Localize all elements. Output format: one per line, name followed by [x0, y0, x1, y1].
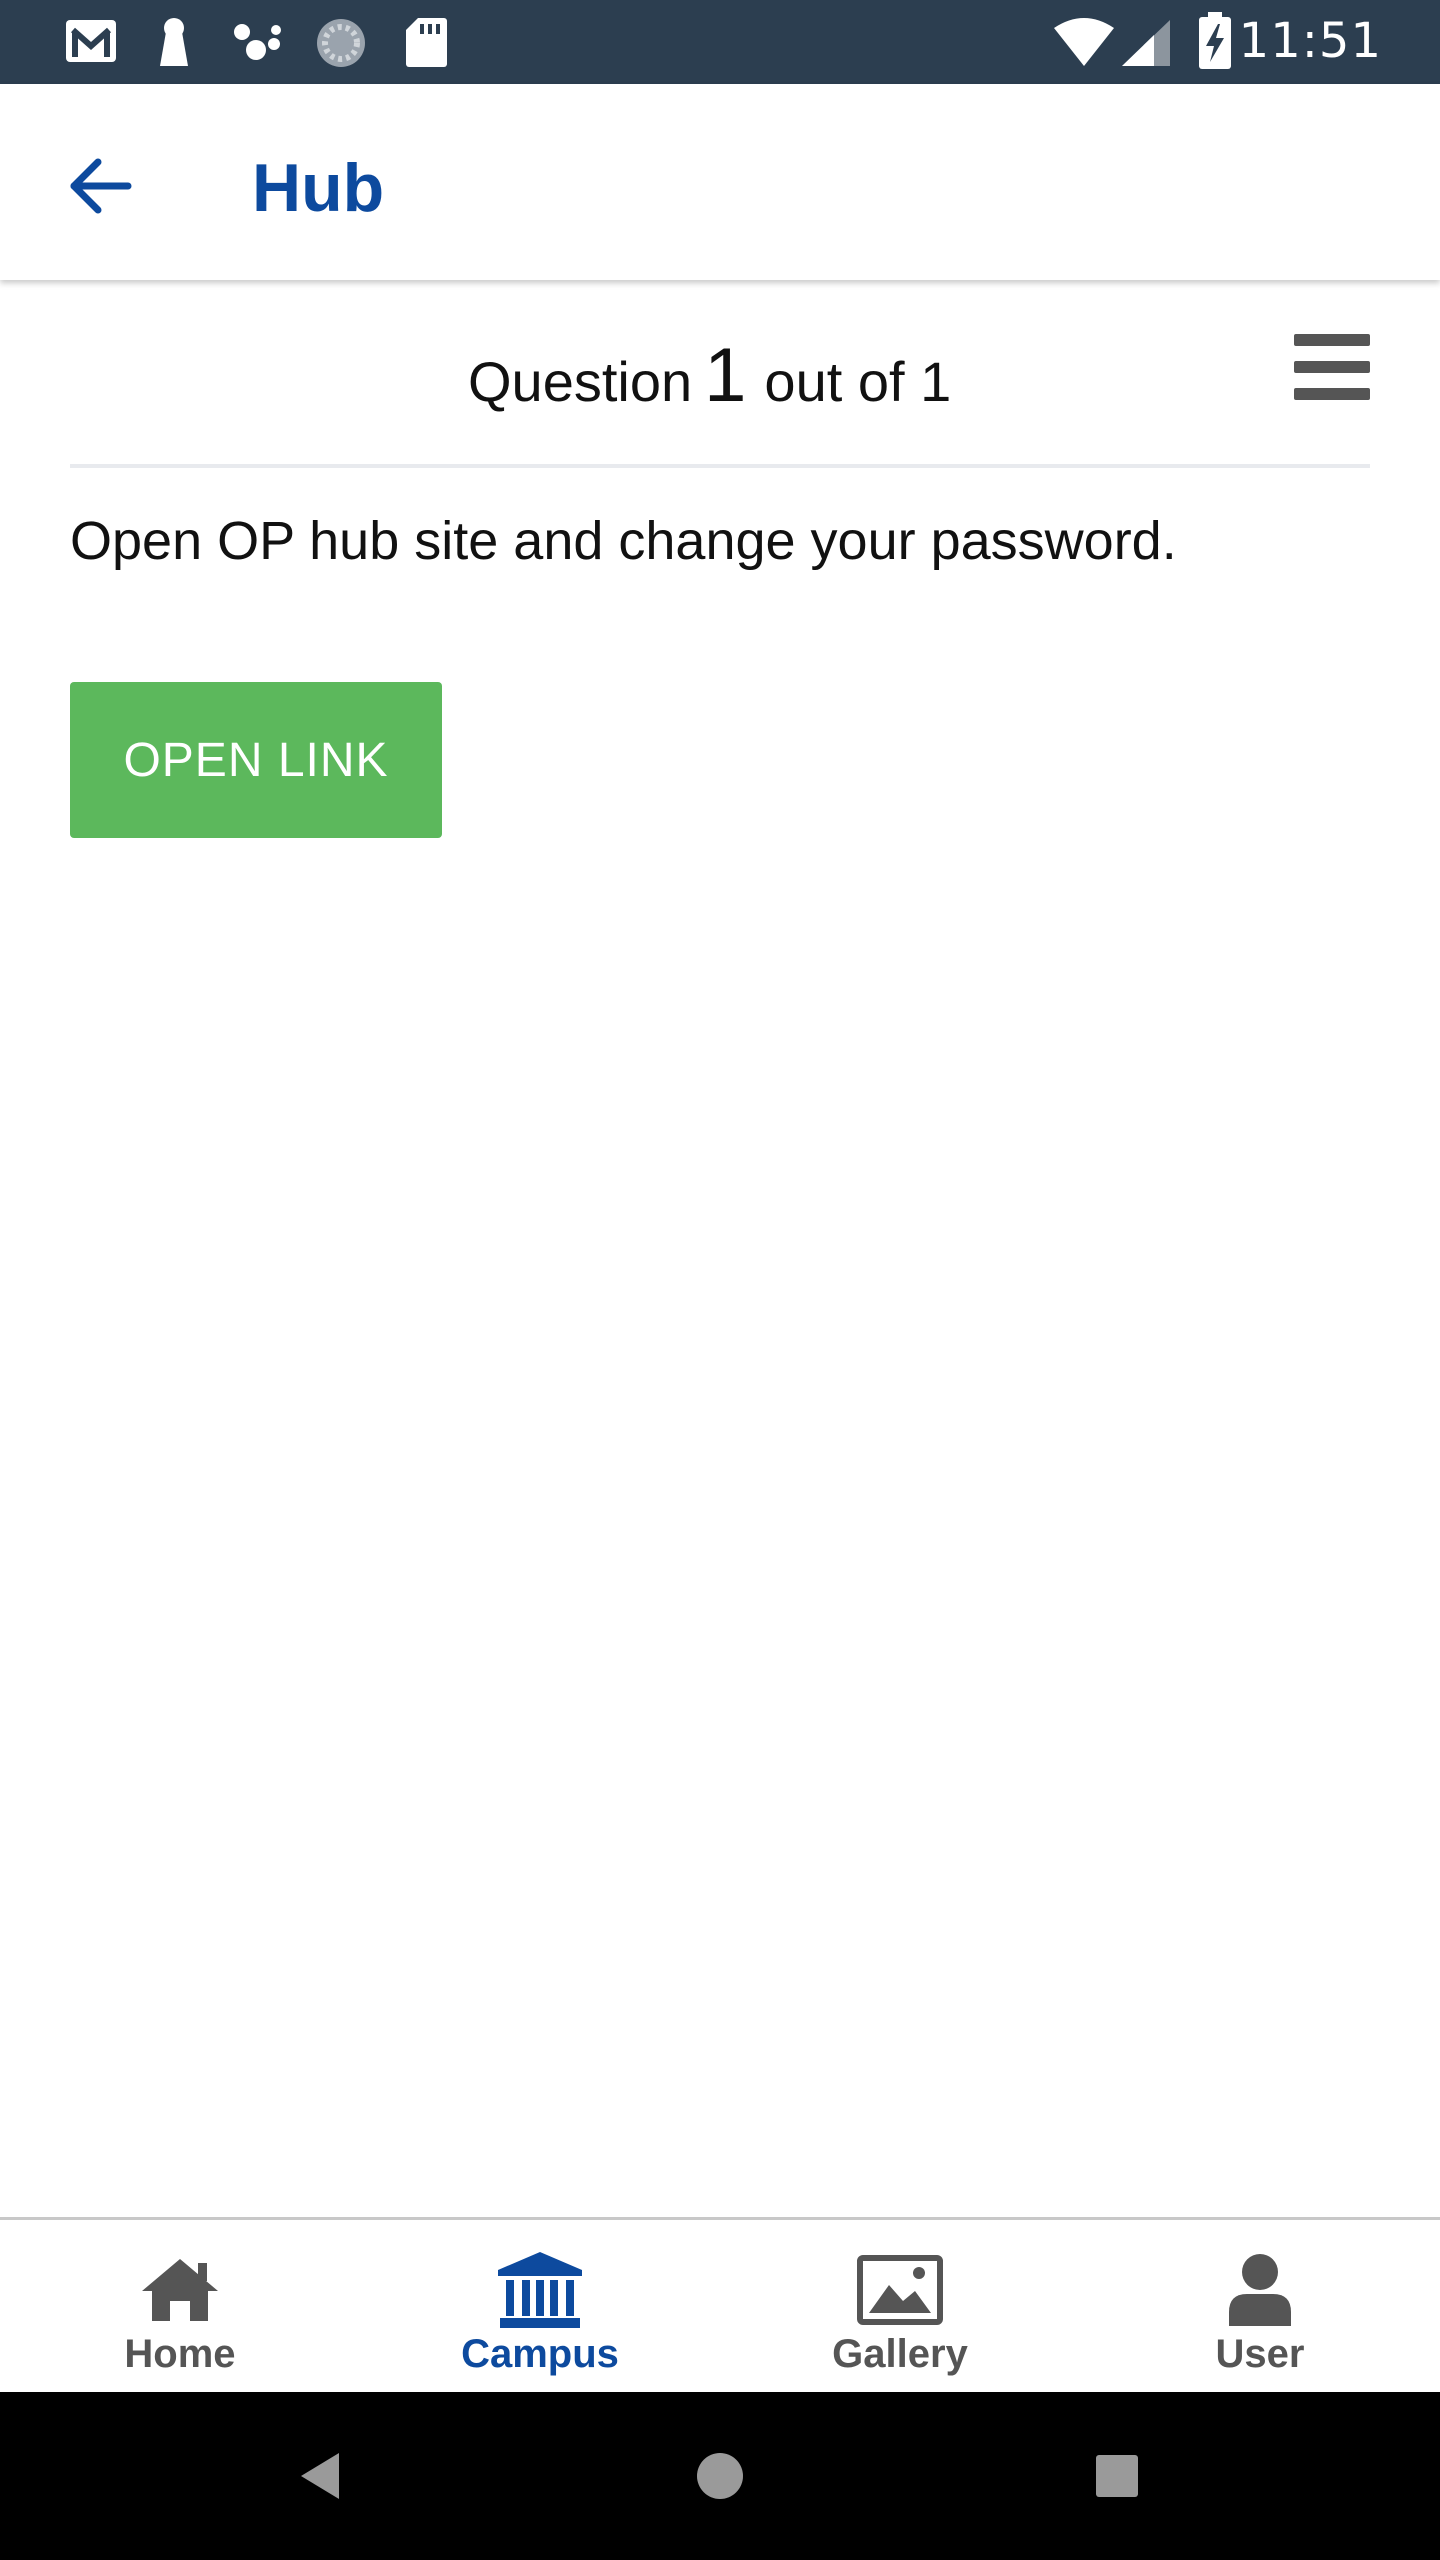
status-bar: 11:51 [0, 0, 1440, 84]
question-counter: Question 1 out of 1 [468, 336, 951, 422]
open-link-button[interactable]: OPEN LINK [70, 682, 442, 838]
nav-item-home[interactable]: Home [0, 2220, 360, 2395]
status-time: 11:51 [1238, 13, 1382, 69]
nav-label-campus: Campus [461, 2332, 619, 2376]
back-triangle-icon [301, 2453, 339, 2499]
home-circle-icon [697, 2453, 743, 2499]
arrow-left-icon [70, 158, 132, 214]
question-menu-button[interactable] [1294, 334, 1370, 400]
assistant-dots-icon [230, 20, 286, 71]
bank-icon [495, 2250, 585, 2330]
nav-item-gallery[interactable]: Gallery [720, 2220, 1080, 2395]
image-icon [855, 2250, 945, 2330]
nav-label-home: Home [124, 2332, 236, 2376]
question-counter-prefix: Question [468, 350, 693, 413]
battery-charging-icon [1198, 12, 1232, 75]
nav-item-campus[interactable]: Campus [360, 2220, 720, 2395]
back-button[interactable] [46, 138, 154, 234]
sd-card-icon [404, 16, 448, 73]
system-recents-button[interactable] [1077, 2436, 1157, 2516]
keyhole-icon [156, 16, 192, 73]
bottom-navigation: Home Campus Gallery User [0, 2217, 1440, 2395]
home-icon [135, 2250, 225, 2330]
system-home-button[interactable] [680, 2436, 760, 2516]
question-header: Question 1 out of 1 [70, 290, 1370, 468]
hamburger-menu-icon [1294, 334, 1370, 400]
question-text: Open OP hub site and change your passwor… [70, 511, 1177, 571]
nav-item-user[interactable]: User [1080, 2220, 1440, 2395]
page-title: Hub [252, 150, 385, 226]
recents-square-icon [1096, 2455, 1138, 2497]
system-back-button[interactable] [280, 2436, 360, 2516]
question-current-number: 1 [704, 333, 747, 418]
user-icon [1215, 2250, 1305, 2330]
sync-icon [314, 16, 368, 75]
app-bar: Hub [0, 84, 1440, 280]
wifi-icon [1052, 16, 1116, 73]
nav-label-user: User [1215, 2332, 1305, 2376]
gmail-icon [64, 18, 118, 69]
question-counter-suffix: out of 1 [764, 350, 952, 413]
system-navigation-bar [0, 2392, 1440, 2560]
cell-signal-icon [1120, 18, 1172, 73]
nav-label-gallery: Gallery [832, 2332, 968, 2376]
